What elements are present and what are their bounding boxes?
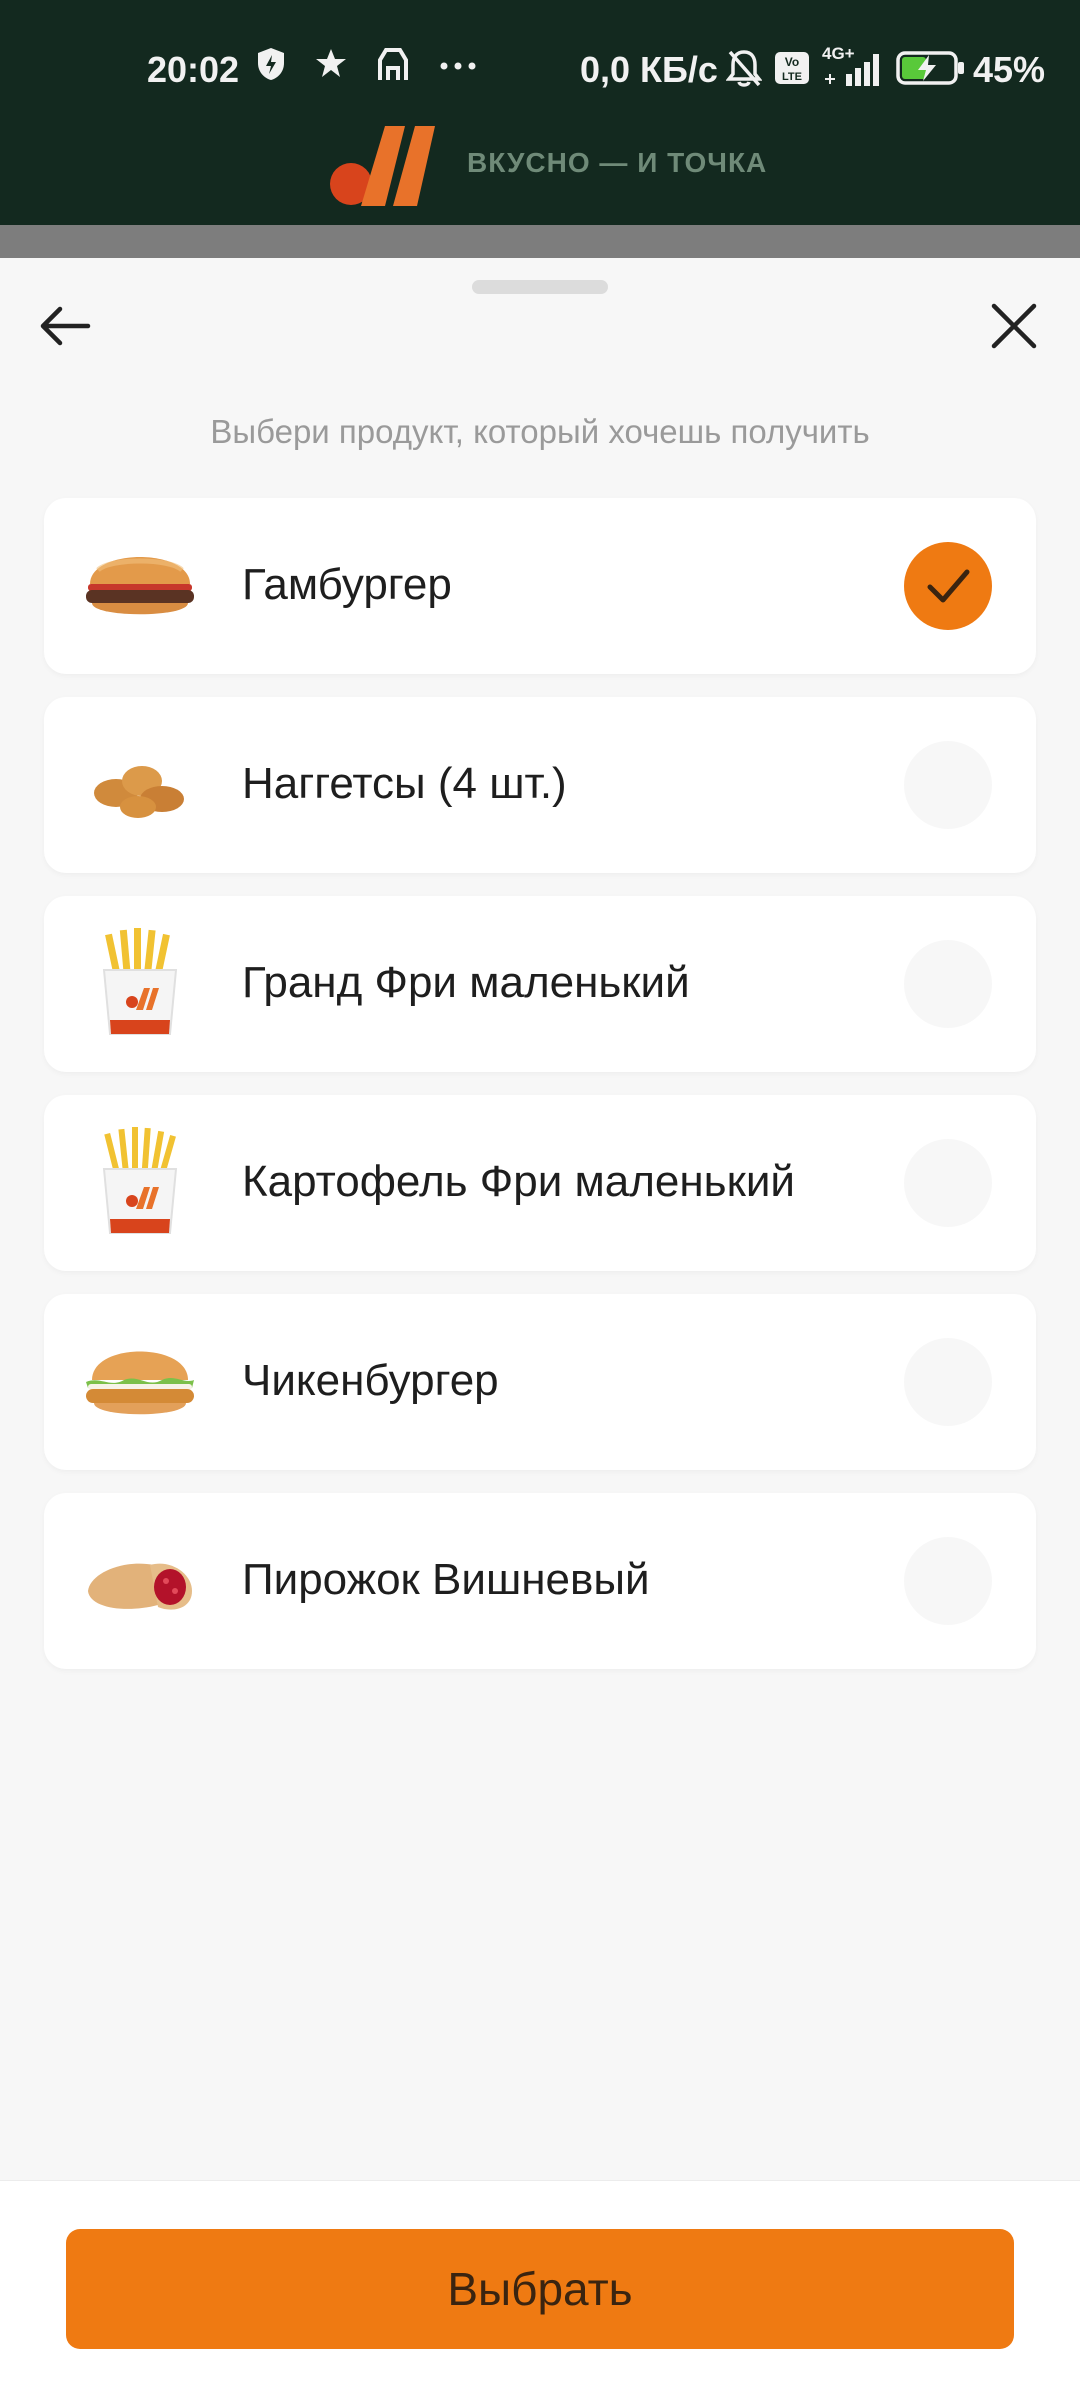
battery-charging-icon (896, 51, 964, 85)
product-label: Наггетсы (4 шт.) (242, 759, 567, 808)
volte-icon: Vo LTE (775, 52, 809, 84)
cherry-pie-image (88, 1563, 192, 1610)
nuggets-image (94, 766, 184, 818)
bottom-action-bar: Выбрать (0, 2180, 1080, 2401)
brand: ВКУСНО — И ТОЧКА (327, 118, 767, 208)
product-option-chickenburger[interactable]: Чикенбургер (44, 1294, 1036, 1470)
bag-icon (378, 48, 408, 80)
status-icons-left (256, 46, 478, 82)
status-bar: 20:02 0,0 КБ/с Vo LTE 4G+ 45% ВКУСНО — И … (0, 0, 1080, 225)
product-label: Картофель Фри маленький (242, 1157, 795, 1206)
product-option-hamburger[interactable]: Гамбургер (44, 498, 1036, 674)
chickenburger-image (86, 1351, 194, 1415)
sheet-drag-handle[interactable] (472, 280, 608, 294)
product-radio[interactable] (904, 940, 992, 1028)
product-radio-selected[interactable] (904, 542, 992, 630)
svg-text:LTE: LTE (782, 71, 802, 83)
product-radio[interactable] (904, 1338, 992, 1426)
checkmark-icon (927, 569, 970, 603)
more-dots-icon (440, 62, 476, 70)
mute-bell-icon (726, 50, 762, 87)
product-label: Пирожок Вишневый (242, 1555, 650, 1604)
svg-text:Vo: Vo (785, 55, 799, 69)
shield-icon (258, 48, 284, 80)
close-icon (991, 303, 1037, 349)
product-label: Гранд Фри маленький (242, 958, 690, 1007)
product-option-fries-small[interactable]: Картофель Фри маленький (44, 1095, 1036, 1271)
product-radio[interactable] (904, 1537, 992, 1625)
fries-image (102, 1127, 178, 1234)
product-option-nuggets[interactable]: Наггетсы (4 шт.) (44, 697, 1036, 873)
brand-logo-icon (330, 126, 435, 206)
select-button[interactable]: Выбрать (66, 2229, 1014, 2349)
product-radio[interactable] (904, 1139, 992, 1227)
product-option-grand-fries-small[interactable]: Гранд Фри маленький (44, 896, 1036, 1072)
product-label: Чикенбургер (242, 1356, 499, 1405)
product-label: Гамбургер (242, 560, 452, 609)
star-icon (316, 49, 346, 77)
product-list: Гамбургер Наггетсы (4 шт.) Гранд Фри мал… (44, 498, 1036, 1692)
battery-percent: 45% (973, 49, 1046, 90)
close-button[interactable] (982, 294, 1046, 358)
signal-icon: 4G+ (822, 44, 884, 88)
status-icons-right: Vo LTE 4G+ (726, 44, 966, 88)
hamburger-image (86, 557, 194, 615)
product-picker-sheet: Выбери продукт, который хочешь получить … (0, 258, 1080, 2400)
network-speed: 0,0 КБ/с (580, 49, 718, 90)
back-button[interactable] (34, 294, 98, 358)
fries-image (102, 928, 178, 1035)
product-radio[interactable] (904, 741, 992, 829)
arrow-left-icon (40, 306, 91, 346)
sheet-backdrop (0, 225, 1080, 258)
brand-name: ВКУСНО — И ТОЧКА (467, 147, 768, 178)
sheet-subtitle: Выбери продукт, который хочешь получить (210, 413, 870, 450)
status-time: 20:02 (147, 49, 240, 90)
product-option-cherry-pie[interactable]: Пирожок Вишневый (44, 1493, 1036, 1669)
